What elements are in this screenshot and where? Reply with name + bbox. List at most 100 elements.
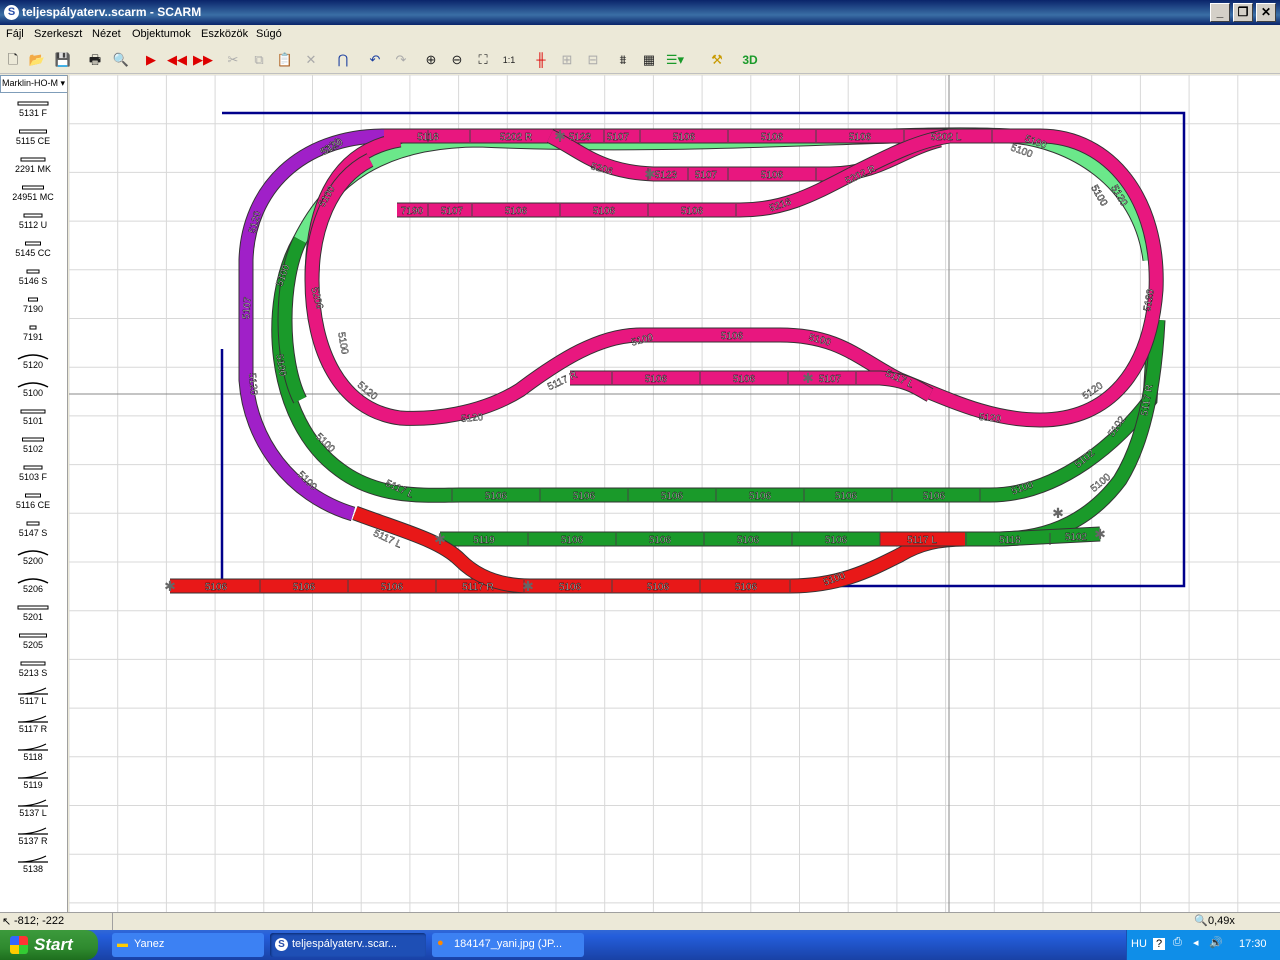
- palette-item[interactable]: 5118: [0, 739, 66, 767]
- palette-item[interactable]: 5201: [0, 599, 66, 627]
- palette-item[interactable]: 5200: [0, 543, 66, 571]
- minimize-button[interactable]: _: [1210, 3, 1230, 22]
- palette-item[interactable]: 5119: [0, 767, 66, 795]
- volume-icon[interactable]: 🔊: [1209, 936, 1223, 949]
- track-label-red-bottom: 5106: [381, 582, 404, 593]
- menu-tools[interactable]: Eszközök: [201, 28, 248, 40]
- help-icon[interactable]: ?: [1153, 938, 1165, 950]
- palette-item[interactable]: 5145 CC: [0, 235, 66, 263]
- track-endpoint-marker[interactable]: ✱: [1052, 505, 1064, 521]
- palette-item[interactable]: 5112 U: [0, 207, 66, 235]
- track-label-green-lower: 5106: [825, 535, 848, 546]
- palette-item[interactable]: 5117 R: [0, 711, 66, 739]
- undo-icon[interactable]: ↶: [364, 50, 386, 70]
- palette-item-label: 5112 U: [18, 220, 48, 230]
- menu-edit[interactable]: Szerkeszt: [34, 28, 82, 40]
- save-icon[interactable]: 💾: [52, 50, 74, 70]
- tracks: ✱✱✱✱✱✱✱✱: [164, 127, 1166, 594]
- start-button[interactable]: Start: [0, 930, 98, 960]
- track-label-pink-top: 5202 L: [931, 132, 962, 143]
- language-indicator[interactable]: HU: [1131, 938, 1147, 950]
- network-icon[interactable]: ⎙: [1173, 936, 1182, 949]
- palette-item[interactable]: 5137 R: [0, 823, 66, 851]
- menu-objects[interactable]: Objektumok: [132, 28, 191, 40]
- menu-help[interactable]: Súgó: [256, 28, 282, 40]
- track-endpoint-marker[interactable]: ✱: [434, 531, 446, 547]
- palette-item[interactable]: 5103 F: [0, 459, 66, 487]
- task-yanez[interactable]: ▬ Yanez: [112, 933, 264, 957]
- palette-item[interactable]: 5102: [0, 431, 66, 459]
- palette-item[interactable]: 2291 MK: [0, 151, 66, 179]
- tunnel-icon[interactable]: ▦: [638, 50, 660, 70]
- cursor-icon: ↖: [2, 916, 12, 928]
- layout-canvas[interactable]: ✱ ✱ ✱ ✱ ✱ ✱ ✱ ✱ 5118 5202 R 5123 5107 5106 5106 5106 5…: [69, 75, 1280, 912]
- palette-item[interactable]: 5115 CE: [0, 123, 66, 151]
- zoom-1-icon[interactable]: 1:1: [498, 50, 520, 70]
- task-label: teljespályaterv..scar...: [292, 938, 397, 950]
- palette-item[interactable]: 5147 S: [0, 515, 66, 543]
- palette-item[interactable]: 24951 MC: [0, 179, 66, 207]
- palette-item[interactable]: 5120: [0, 347, 66, 375]
- flex-track-icon[interactable]: ╫: [530, 50, 552, 70]
- fit-icon[interactable]: ⛶: [472, 50, 494, 70]
- expand-tray-icon[interactable]: ◂: [1193, 936, 1199, 949]
- menu-view[interactable]: Nézet: [92, 28, 121, 40]
- task-scarm[interactable]: S teljespályaterv..scar...: [270, 933, 426, 957]
- palette-item[interactable]: 5213 S: [0, 655, 66, 683]
- menu-file[interactable]: Fájl: [6, 28, 24, 40]
- palette-item[interactable]: 7191: [0, 319, 66, 347]
- palette-item-label: 5137 L: [19, 808, 47, 818]
- track-endpoint-marker[interactable]: ✱: [522, 578, 534, 594]
- print-icon[interactable]: 🖶: [84, 50, 106, 70]
- palette-item[interactable]: 5131 F: [0, 95, 66, 123]
- taskbar: Start ▬ Yanez S teljespályaterv..scar...…: [0, 930, 1280, 960]
- 3d-view-button[interactable]: 3D: [736, 50, 764, 70]
- task-label: 184147_yani.jpg (JP...: [454, 938, 563, 950]
- copy-icon[interactable]: ⧉: [248, 50, 270, 70]
- palette-item[interactable]: 5146 S: [0, 263, 66, 291]
- track-red-diag[interactable]: [352, 506, 531, 593]
- track-endpoint-marker[interactable]: ✱: [554, 128, 566, 144]
- palette-item[interactable]: 5117 L: [0, 683, 66, 711]
- print-preview-icon[interactable]: 🔍: [110, 50, 132, 70]
- delete-icon[interactable]: ✕: [300, 50, 322, 70]
- task-firefox[interactable]: ● 184147_yani.jpg (JP...: [432, 933, 584, 957]
- track-endpoint-marker[interactable]: ✱: [1094, 526, 1106, 542]
- run-icon[interactable]: ▶: [140, 50, 162, 70]
- track-endpoint-marker[interactable]: ✱: [802, 370, 814, 386]
- palette-item[interactable]: 5205: [0, 627, 66, 655]
- palette-item[interactable]: 5101: [0, 403, 66, 431]
- track-label-pink-center_top: 5106: [721, 331, 744, 342]
- new-icon[interactable]: 🗋: [2, 50, 24, 70]
- magnet-icon[interactable]: ⋂: [332, 50, 354, 70]
- palette-item[interactable]: 5206: [0, 571, 66, 599]
- open-icon[interactable]: 📂: [26, 50, 48, 70]
- rewind-icon[interactable]: ◀◀: [166, 50, 188, 70]
- track-label-pink-top: 5202 R: [500, 132, 532, 143]
- palette-item-label: 5119: [23, 780, 43, 790]
- split-icon[interactable]: ⊟: [582, 50, 604, 70]
- bridge-icon[interactable]: ⩩: [612, 50, 634, 70]
- palette-item-label: 5115 CE: [15, 136, 51, 146]
- library-select[interactable]: Marklin-HO-M ▾: [0, 75, 67, 93]
- palette-item[interactable]: 7190: [0, 291, 66, 319]
- cut-icon[interactable]: ✂: [222, 50, 244, 70]
- palette-item[interactable]: 5138: [0, 851, 66, 879]
- task-label: Yanez: [134, 938, 165, 950]
- zoom-out-icon[interactable]: ⊖: [446, 50, 468, 70]
- track-label-green-upper: 5106: [573, 491, 596, 502]
- join-icon[interactable]: ⊞: [556, 50, 578, 70]
- palette-item[interactable]: 5137 L: [0, 795, 66, 823]
- track-plan[interactable]: ✱✱✱✱✱✱✱✱ 5118 5202 R 5123 5107 5106 5106 5106 5…: [69, 75, 1280, 912]
- paste-icon[interactable]: 📋: [274, 50, 296, 70]
- measure-icon[interactable]: ⚒: [706, 50, 728, 70]
- palette-item[interactable]: 5116 CE: [0, 487, 66, 515]
- layer-icon[interactable]: ☰▾: [664, 50, 686, 70]
- track-endpoint-marker[interactable]: ✱: [164, 578, 176, 594]
- close-button[interactable]: ✕: [1256, 3, 1276, 22]
- zoom-in-icon[interactable]: ⊕: [420, 50, 442, 70]
- forward-icon[interactable]: ▶▶: [192, 50, 214, 70]
- maximize-button[interactable]: ❐: [1233, 3, 1253, 22]
- redo-icon[interactable]: ↷: [390, 50, 412, 70]
- palette-item[interactable]: 5100: [0, 375, 66, 403]
